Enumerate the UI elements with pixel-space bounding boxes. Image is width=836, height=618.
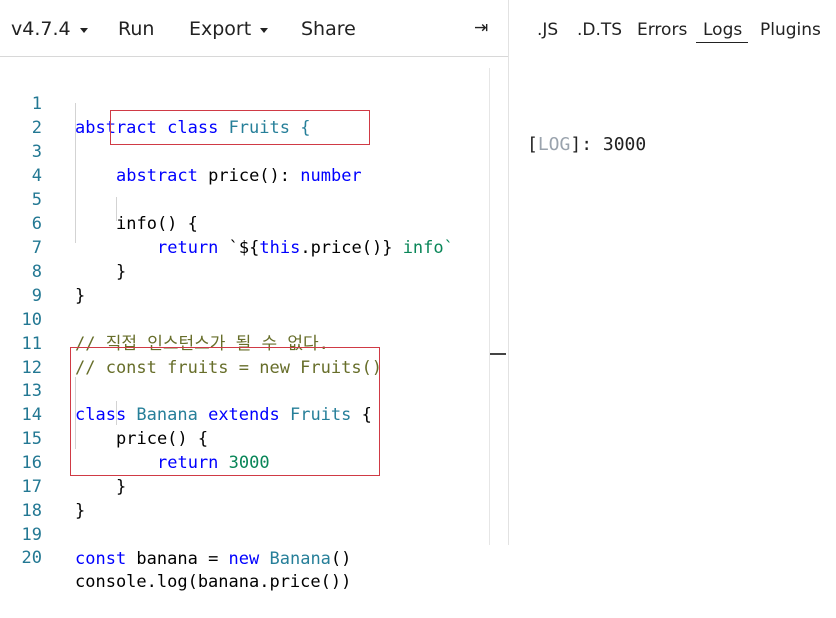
keyword: new (228, 549, 260, 569)
chevron-down-icon (79, 27, 88, 33)
code-line: 18 (0, 475, 490, 521)
code-line: 8 } (0, 236, 490, 306)
code-line: 1 abstract class Fruits { (0, 68, 490, 138)
code-line: 7 } (0, 212, 490, 282)
highlight-box-abstract-method (110, 110, 370, 145)
export-dropdown[interactable]: Export (189, 18, 269, 40)
output-pane: .JS .D.TS Errors Logs Plugins [LOG]: 300… (509, 0, 836, 545)
code-editor[interactable]: 1 abstract class Fruits { 2 3 abstract p… (0, 57, 490, 592)
log-entry: [LOG]: 3000 (527, 134, 647, 155)
log-output: [LOG]: 3000 (527, 92, 646, 197)
tab-errors[interactable]: Errors (637, 20, 687, 40)
tab-js[interactable]: .JS (537, 20, 558, 40)
code-line: 6 return `${this.price()} info` (0, 188, 490, 258)
code-line: 10 // 직접 인스턴스가 될 수 없다. (0, 284, 490, 354)
run-button[interactable]: Run (118, 18, 154, 40)
code-line: 9 (0, 260, 490, 306)
highlight-box-banana-class (70, 347, 380, 476)
code-line: 19 const banana = new Banana() (0, 499, 490, 569)
active-tab-underline (696, 42, 748, 43)
tab-logs[interactable]: Logs (703, 20, 742, 40)
version-label: v4.7.4 (11, 18, 71, 40)
tab-plugins[interactable]: Plugins (760, 20, 821, 40)
editor-pane: v4.7.4 Run Export Share ⇥ 1 abstract cla… (0, 0, 508, 592)
output-tabs: .JS .D.TS Errors Logs Plugins (509, 0, 836, 56)
keyword: const (75, 549, 127, 569)
scrollbar-thumb[interactable] (490, 353, 506, 355)
class-name: Banana (259, 549, 331, 569)
log-level-tag: LOG (537, 134, 571, 155)
version-dropdown[interactable]: v4.7.4 (11, 18, 88, 40)
tab-dts[interactable]: .D.TS (577, 20, 622, 40)
code-line: 5 info() { (0, 164, 490, 234)
code-line: 11 // const fruits = new Fruits() (0, 308, 490, 378)
code-line: 20 console.log(banana.price()) (0, 522, 490, 592)
line-number: 20 (21, 548, 42, 568)
log-message: : 3000 (581, 134, 647, 155)
share-button[interactable]: Share (301, 18, 356, 40)
share-label: Share (301, 18, 356, 40)
chevron-down-icon (260, 27, 269, 33)
export-label: Export (189, 18, 252, 40)
run-label: Run (118, 18, 155, 40)
toolbar: v4.7.4 Run Export Share ⇥ (0, 0, 508, 57)
editor-scrollbar[interactable] (489, 68, 490, 545)
collapse-sidebar-icon[interactable]: ⇥ (474, 18, 488, 38)
